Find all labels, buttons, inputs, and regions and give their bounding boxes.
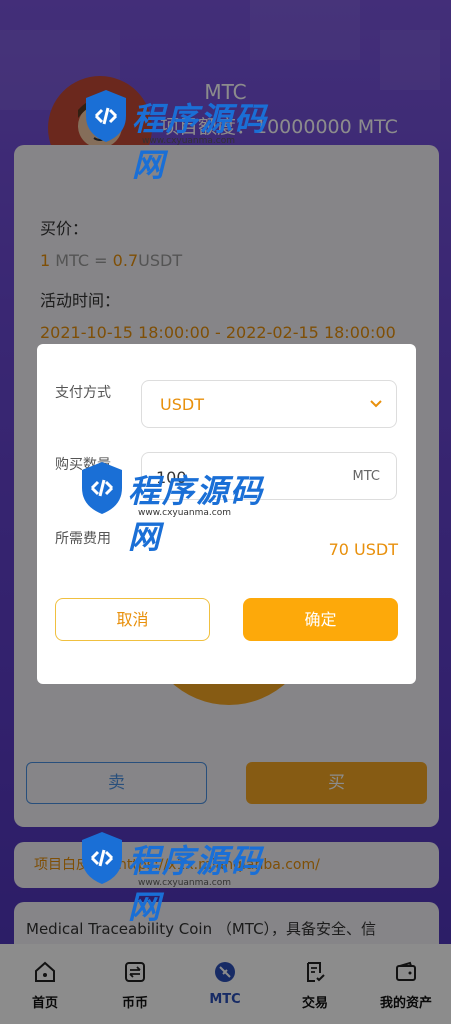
watermark: 程序源码网 www.cxyuanma.com: [78, 460, 278, 556]
watermark-url: www.cxyuanma.com: [138, 508, 232, 518]
chevron-down-icon: [370, 400, 382, 408]
payment-method-value: USDT: [160, 395, 204, 414]
watermark: 程序源码网 www.cxyuanma.com: [78, 830, 278, 926]
watermark-url: www.cxyuanma.com: [138, 878, 232, 888]
payment-method-select[interactable]: USDT: [141, 380, 397, 428]
cancel-button[interactable]: 取消: [55, 598, 210, 641]
shield-icon: [82, 832, 122, 884]
confirm-button[interactable]: 确定: [243, 598, 398, 641]
quantity-unit: MTC: [352, 469, 380, 484]
watermark-url: www.cxyuanma.com: [142, 136, 236, 146]
watermark: 程序源码网 www.cxyuanma.com: [82, 88, 282, 184]
cost-value: 70 USDT: [328, 540, 398, 559]
bottom-tab-bar: 首页 币币 MTC 交易 我的资产: [0, 944, 451, 1024]
payment-method-label: 支付方式: [55, 385, 111, 401]
shield-icon: [82, 462, 122, 514]
tabbar-overlay: [0, 944, 451, 1024]
shield-icon: [86, 90, 126, 142]
